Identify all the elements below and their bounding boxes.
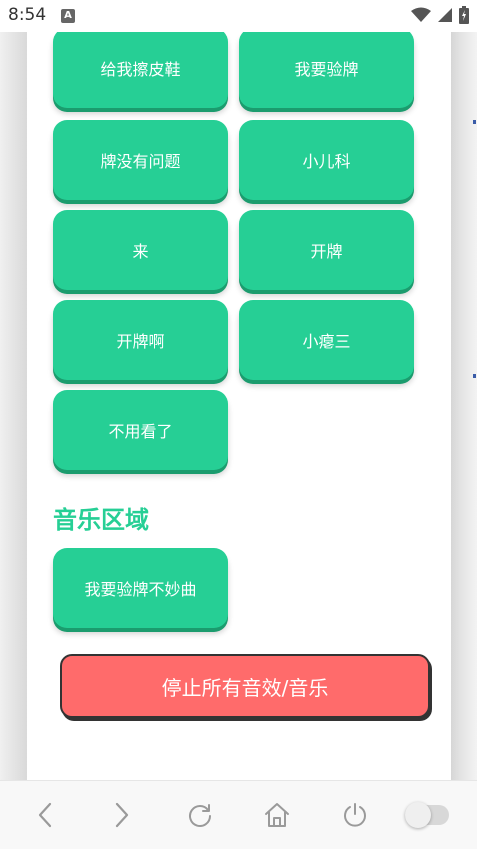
- left-gutter: [0, 32, 27, 780]
- gutter-mark: [473, 374, 476, 378]
- sound-button[interactable]: 开牌啊: [53, 300, 228, 380]
- wifi-icon: [411, 7, 431, 22]
- right-gutter: [451, 32, 477, 780]
- toggle-switch[interactable]: [405, 802, 449, 828]
- notification-a-icon: A: [61, 9, 75, 23]
- home-icon: [265, 803, 289, 827]
- sound-button[interactable]: 不用看了: [53, 390, 228, 470]
- home-button[interactable]: [259, 797, 295, 833]
- battery-icon: [459, 6, 469, 24]
- back-button[interactable]: [27, 797, 63, 833]
- toggle-knob: [405, 802, 431, 828]
- power-icon: [344, 803, 366, 827]
- status-bar: 8:54 A: [0, 0, 477, 32]
- sound-button[interactable]: 给我擦皮鞋: [53, 32, 228, 108]
- forward-button[interactable]: [104, 797, 140, 833]
- status-icons: [411, 6, 469, 24]
- reload-button[interactable]: [182, 797, 218, 833]
- reload-icon: [189, 804, 211, 827]
- power-button[interactable]: [337, 797, 373, 833]
- forward-icon: [115, 802, 129, 828]
- back-icon: [38, 802, 52, 828]
- gutter-mark: [473, 120, 476, 124]
- bottom-nav-bar: [0, 780, 477, 849]
- stop-all-button[interactable]: 停止所有音效/音乐: [60, 654, 430, 718]
- sound-button[interactable]: 小瘪三: [239, 300, 414, 380]
- sound-button[interactable]: 我要验牌: [239, 32, 414, 108]
- music-section-title: 音乐区域: [53, 506, 149, 534]
- main-content[interactable]: 给我擦皮鞋 我要验牌 牌没有问题 小儿科 来 开牌 开牌啊 小瘪三 不用看了 音…: [27, 32, 451, 780]
- sound-button[interactable]: 开牌: [239, 210, 414, 290]
- music-button[interactable]: 我要验牌不妙曲: [53, 548, 228, 628]
- status-time: 8:54: [8, 5, 47, 25]
- signal-icon: [438, 8, 452, 22]
- sound-button[interactable]: 来: [53, 210, 228, 290]
- sound-button[interactable]: 牌没有问题: [53, 120, 228, 200]
- sound-button[interactable]: 小儿科: [239, 120, 414, 200]
